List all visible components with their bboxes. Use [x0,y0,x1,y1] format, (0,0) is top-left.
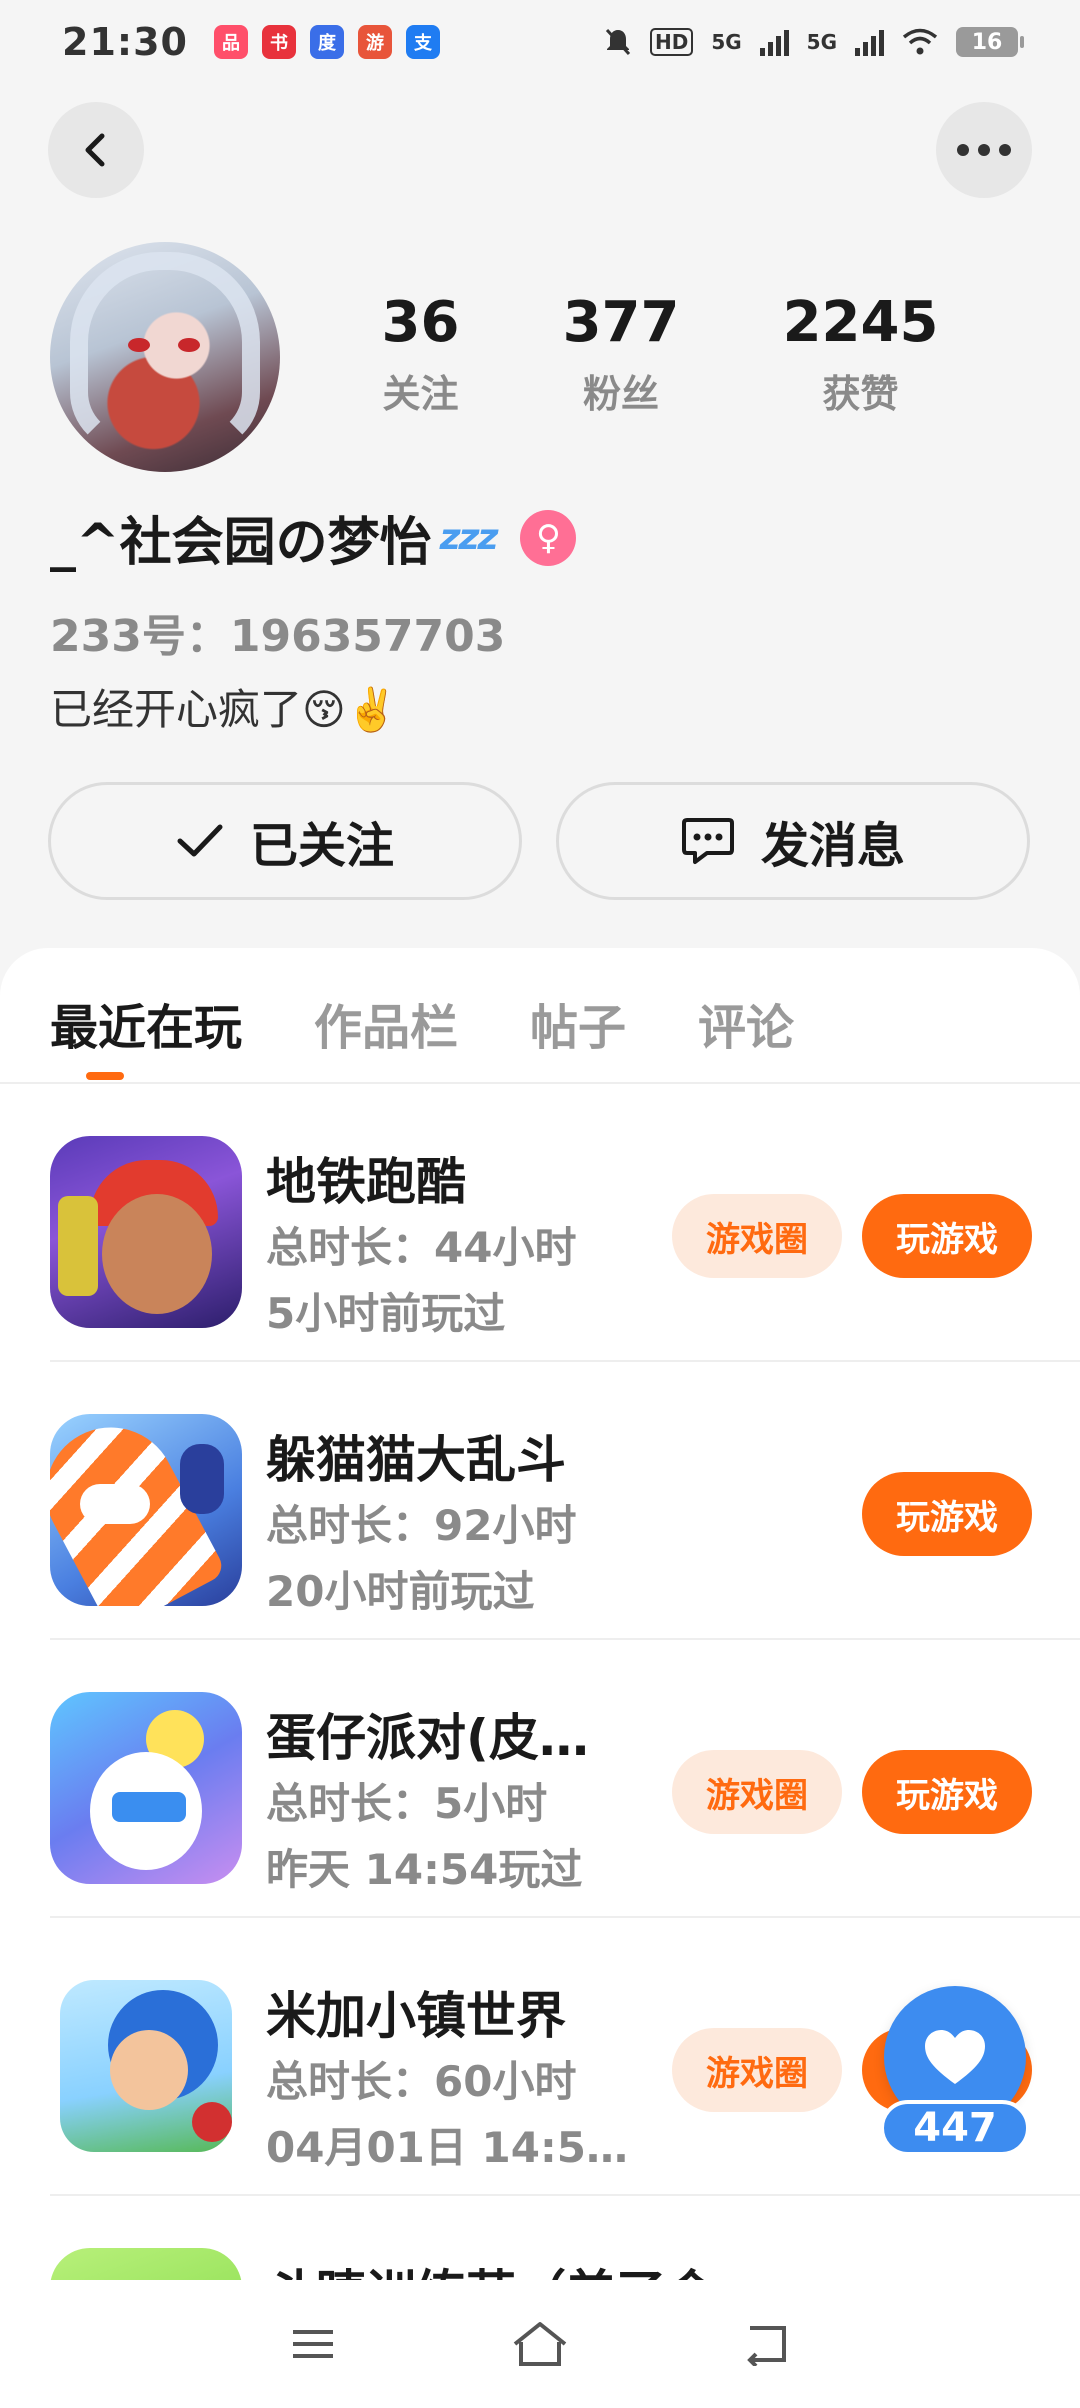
game-last-played: 04月01日 14:5… [266,2123,628,2172]
female-gender-icon: ♀ [520,509,577,566]
hd-icon: HD [649,28,694,56]
status-app-icons: 品 书 度 游 支 [213,25,440,59]
stat-value: 36 [381,290,460,355]
home-icon [513,2322,567,2366]
game-row-eggy-party[interactable]: 蛋仔派对(皮… 总时长：5小时 昨天 14:54玩过 游戏圈 玩游戏 [50,1640,1080,1918]
active-tab-indicator [86,1072,124,1080]
play-game-button[interactable]: 玩游戏 [862,1472,1032,1556]
heart-icon [925,2030,985,2084]
game-icon[interactable] [50,2248,242,2280]
game-duration: 总时长：60小时 [266,2057,577,2106]
signal-icon [759,28,789,56]
followed-label: 已关注 [249,818,394,874]
game-icon[interactable] [50,1970,242,2162]
nav-back-button[interactable] [727,2304,807,2384]
send-message-button[interactable]: 发消息 [556,782,1030,900]
play-game-button[interactable]: 玩游戏 [862,1750,1032,1834]
wifi-icon [902,28,938,55]
game-duration: 总时长：92小时 [266,1501,577,1550]
app-notification-icon: 支 [405,25,440,59]
send-message-label: 发消息 [760,818,905,874]
stat-followers[interactable]: 377 粉丝 [563,290,680,418]
username-row: _^社会园の梦怡 zzz ♀ [50,500,577,575]
stat-likes[interactable]: 2245 获赞 [783,290,939,418]
game-circle-button[interactable]: 游戏圈 [672,1194,842,1278]
system-nav-bar [0,2280,1080,2408]
game-name: 地铁跑酷 [266,1153,466,1211]
signal-icon-2 [855,28,884,56]
avatar[interactable] [50,242,280,472]
back-arrow-icon [746,2326,786,2366]
followed-button[interactable]: 已关注 [48,782,522,900]
checkmark-icon [177,824,223,857]
game-last-played: 20小时前玩过 [266,1567,535,1616]
game-icon[interactable] [50,1414,242,1606]
app-notification-icon: 书 [261,25,296,59]
mute-icon [605,28,631,56]
chat-bubble-icon [681,818,734,864]
tab-comments[interactable]: 评论 [698,988,794,1058]
user-id: 233号：196357703 [50,611,506,662]
floating-like-button[interactable]: 447 [880,1986,1030,2156]
game-last-played: 5小时前玩过 [266,1289,506,1338]
game-name: 米加小镇世界 [266,1987,566,2045]
game-circle-button[interactable]: 游戏圈 [672,1750,842,1834]
stat-value: 377 [562,290,680,355]
nav-menu-button[interactable] [273,2304,353,2384]
game-circle-button[interactable]: 游戏圈 [672,2028,842,2112]
stat-following[interactable]: 36 关注 [382,290,460,418]
game-name: 躲猫猫大乱斗 [266,1431,566,1489]
status-time: 21:30 [62,20,188,64]
tab-posts[interactable]: 帖子 [530,988,626,1058]
more-dots-icon [957,144,1011,156]
tab-works[interactable]: 作品栏 [314,988,458,1058]
game-icon[interactable] [50,1692,242,1884]
nav-home-button[interactable] [500,2304,580,2384]
game-duration: 总时长：5小时 [266,1779,548,1828]
app-notification-icon: 品 [213,25,248,59]
game-last-played: 昨天 14:54玩过 [266,1845,583,1894]
app-notification-icon: 游 [357,25,392,59]
back-button[interactable] [48,102,144,198]
game-row-partial[interactable]: 斗睫训练营（美了会… [50,2196,1080,2280]
game-duration: 总时长：44小时 [266,1223,577,1272]
game-row-subway-surfers[interactable]: 地铁跑酷 总时长：44小时 5小时前玩过 游戏圈 玩游戏 [50,1084,1080,1362]
game-name: 斗睫训练营（美了会… [266,2254,766,2280]
stat-label: 粉丝 [583,372,660,416]
stat-label: 获赞 [822,372,899,416]
profile-stats: 36 关注 377 粉丝 2245 获赞 [330,290,990,418]
bio: 已经开心疯了😚✌️ [50,685,399,734]
menu-icon [293,2330,334,2358]
network-label: 5G [711,30,742,54]
network-label-2: 5G [806,30,837,54]
game-icon[interactable] [50,1136,242,1328]
battery-icon: 16 [956,27,1024,57]
game-row-hide-and-seek[interactable]: 躲猫猫大乱斗 总时长：92小时 20小时前玩过 玩游戏 [50,1362,1080,1640]
tab-recently-played[interactable]: 最近在玩 [50,988,242,1058]
chevron-left-icon [85,133,105,167]
stat-label: 关注 [382,372,459,416]
play-game-button[interactable]: 玩游戏 [862,1194,1032,1278]
app-notification-icon: 度 [309,25,344,59]
username: _^社会园の梦怡 [50,513,432,573]
stat-value: 2245 [782,290,939,355]
game-name: 蛋仔派对(皮… [266,1709,589,1767]
more-button[interactable] [936,102,1032,198]
status-indicators: HD 5G 5G 16 [604,27,1024,57]
status-bar: 21:30 品 书 度 游 支 HD 5G 5G 16 [0,0,1080,84]
like-count: 447 [880,2100,1030,2156]
sleep-zzz-icon: zzz [439,517,499,558]
tab-bar: 最近在玩 作品栏 帖子 评论 [50,988,794,1058]
